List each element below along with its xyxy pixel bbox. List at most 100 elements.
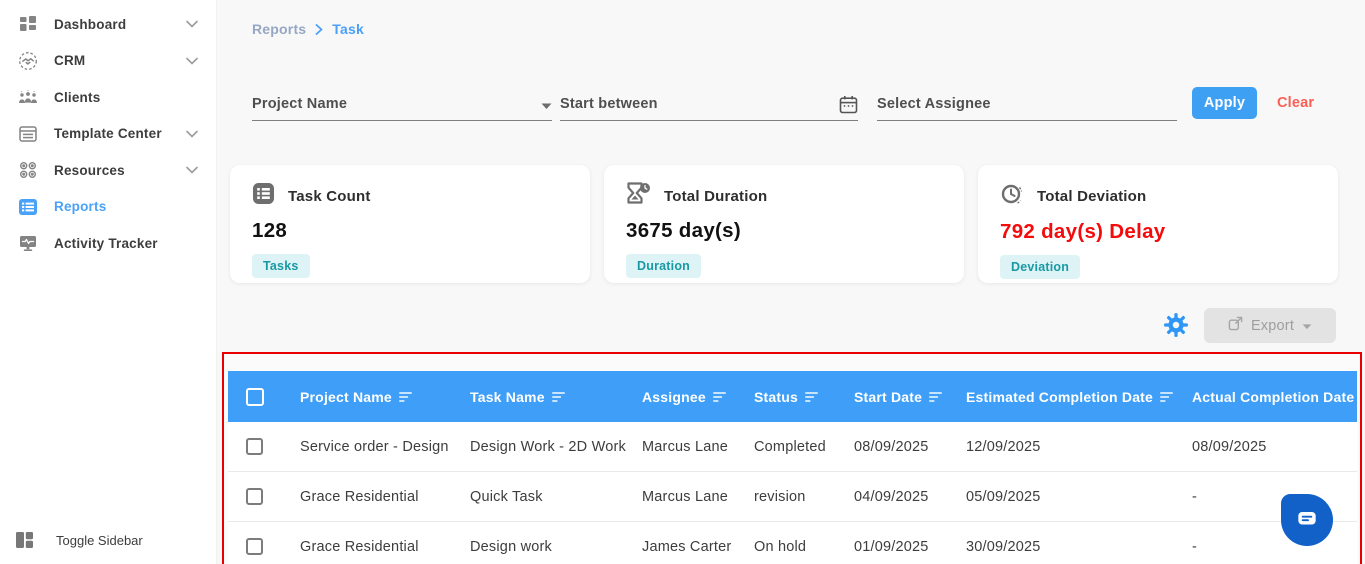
sidebar-item-label: Template Center bbox=[54, 126, 162, 142]
filter-icon[interactable] bbox=[712, 391, 726, 402]
column-header-project-name[interactable]: Project Name bbox=[300, 389, 470, 405]
column-header-task-name[interactable]: Task Name bbox=[470, 389, 642, 405]
select-assignee-placeholder: Select Assignee bbox=[877, 96, 991, 112]
select-assignee-field[interactable]: Select Assignee bbox=[877, 84, 1177, 121]
export-icon bbox=[1228, 316, 1243, 335]
table-header-row: Project Name Task Name Assignee Status S… bbox=[228, 371, 1357, 422]
row-checkbox-cell bbox=[228, 488, 300, 505]
sidebar-item-label: CRM bbox=[54, 53, 86, 69]
task-report-table: Project Name Task Name Assignee Status S… bbox=[228, 371, 1357, 564]
apply-button[interactable]: Apply bbox=[1192, 87, 1257, 119]
filter-icon[interactable] bbox=[1160, 391, 1173, 402]
card-title: Total Deviation bbox=[1037, 188, 1147, 205]
row-checkbox[interactable] bbox=[246, 538, 263, 555]
row-checkbox-cell bbox=[228, 438, 300, 455]
start-between-datepicker[interactable]: Start between bbox=[560, 84, 858, 121]
sidebar-item-template-center[interactable]: Template Center bbox=[0, 116, 216, 153]
cell-start-date: 04/09/2025 bbox=[854, 488, 929, 505]
reports-icon bbox=[16, 196, 40, 218]
column-header-actual-completion-date[interactable]: Actual Completion Date bbox=[1192, 389, 1355, 405]
table-body: Service order - Design Design Work - 2D … bbox=[228, 422, 1357, 564]
breadcrumb-reports-link[interactable]: Reports bbox=[252, 21, 306, 37]
toggle-sidebar-button[interactable]: Toggle Sidebar bbox=[16, 530, 143, 550]
cell-actual-completion-date: - bbox=[1192, 488, 1198, 505]
sidebar-item-resources[interactable]: Resources bbox=[0, 152, 216, 189]
card-title: Task Count bbox=[288, 187, 371, 205]
toggle-sidebar-icon bbox=[16, 530, 40, 550]
duration-hourglass-icon bbox=[626, 182, 651, 210]
cell-project-name: Service order - Design bbox=[300, 438, 449, 455]
sidebar-item-clients[interactable]: Clients bbox=[0, 79, 216, 116]
clients-icon bbox=[16, 86, 40, 108]
row-checkbox[interactable] bbox=[246, 438, 263, 455]
total-deviation-value: 792 day(s) Delay bbox=[1000, 220, 1166, 243]
cell-task-name: Design Work - 2D Work bbox=[470, 438, 626, 455]
cell-project-name: Grace Residential bbox=[300, 488, 419, 505]
task-count-card: Task Count 128 Tasks bbox=[230, 165, 590, 283]
cell-assignee: Marcus Lane bbox=[642, 488, 729, 505]
cell-estimated-completion-date: 05/09/2025 bbox=[966, 488, 1041, 505]
select-all-checkbox[interactable] bbox=[246, 387, 264, 406]
task-count-icon bbox=[252, 182, 275, 210]
column-header-start-date[interactable]: Start Date bbox=[854, 389, 966, 405]
card-header: Total Duration bbox=[626, 182, 942, 210]
cell-actual-completion-date: 08/09/2025 bbox=[1192, 438, 1267, 455]
sidebar-item-label: Dashboard bbox=[54, 16, 127, 32]
cell-assignee: James Carter bbox=[642, 538, 732, 555]
crm-icon bbox=[16, 50, 40, 72]
column-header-estimated-completion-date[interactable]: Estimated Completion Date bbox=[966, 389, 1192, 405]
sidebar-item-label: Resources bbox=[54, 162, 125, 178]
dashboard-icon bbox=[16, 13, 40, 35]
activity-tracker-icon bbox=[16, 232, 40, 254]
table-row[interactable]: Grace Residential Design work James Cart… bbox=[228, 522, 1357, 564]
cell-task-name: Quick Task bbox=[470, 488, 543, 505]
export-caret-icon bbox=[1302, 318, 1312, 334]
sidebar: Dashboard CRM Clients Template Center Re… bbox=[0, 0, 217, 564]
cell-estimated-completion-date: 30/09/2025 bbox=[966, 538, 1041, 555]
row-checkbox[interactable] bbox=[246, 488, 263, 505]
cell-start-date: 08/09/2025 bbox=[854, 438, 929, 455]
cell-start-date: 01/09/2025 bbox=[854, 538, 929, 555]
breadcrumb-task-current[interactable]: Task bbox=[332, 21, 364, 37]
card-title: Total Duration bbox=[664, 187, 768, 205]
filter-icon[interactable] bbox=[551, 391, 565, 402]
chat-bubble-icon bbox=[1294, 505, 1320, 536]
dropdown-caret-icon bbox=[541, 103, 552, 112]
card-header: Task Count bbox=[252, 182, 568, 210]
chevron-down-icon bbox=[186, 20, 198, 28]
column-header-assignee[interactable]: Assignee bbox=[642, 389, 754, 405]
clear-button[interactable]: Clear bbox=[1277, 95, 1314, 111]
resources-icon bbox=[16, 159, 40, 181]
project-name-placeholder: Project Name bbox=[252, 96, 348, 112]
cell-status: revision bbox=[754, 488, 806, 505]
cell-actual-completion-date: - bbox=[1192, 538, 1198, 555]
task-count-value: 128 bbox=[252, 219, 288, 242]
row-checkbox-cell bbox=[228, 538, 300, 555]
table-row[interactable]: Service order - Design Design Work - 2D … bbox=[228, 422, 1357, 472]
filter-icon[interactable] bbox=[398, 391, 412, 402]
cell-project-name: Grace Residential bbox=[300, 538, 419, 555]
settings-gear-icon[interactable] bbox=[1163, 312, 1189, 338]
total-duration-value: 3675 day(s) bbox=[626, 219, 741, 242]
sidebar-item-reports[interactable]: Reports bbox=[0, 189, 216, 226]
chevron-down-icon bbox=[186, 130, 198, 138]
project-name-select[interactable]: Project Name bbox=[252, 84, 552, 121]
cell-status: Completed bbox=[754, 438, 826, 455]
export-button[interactable]: Export bbox=[1204, 308, 1336, 343]
filter-icon[interactable] bbox=[805, 391, 818, 402]
column-header-status[interactable]: Status bbox=[754, 389, 854, 405]
tasks-badge: Tasks bbox=[252, 254, 310, 278]
chat-launcher-button[interactable] bbox=[1281, 494, 1333, 546]
sidebar-item-crm[interactable]: CRM bbox=[0, 43, 216, 80]
calendar-icon[interactable] bbox=[839, 95, 858, 114]
filter-icon[interactable] bbox=[929, 391, 943, 402]
sidebar-item-dashboard[interactable]: Dashboard bbox=[0, 6, 216, 43]
deviation-badge: Deviation bbox=[1000, 255, 1081, 279]
toggle-sidebar-label: Toggle Sidebar bbox=[56, 532, 143, 548]
sidebar-item-label: Activity Tracker bbox=[54, 235, 158, 251]
chevron-down-icon bbox=[186, 166, 198, 174]
total-duration-card: Total Duration 3675 day(s) Duration bbox=[604, 165, 964, 283]
sidebar-item-activity-tracker[interactable]: Activity Tracker bbox=[0, 225, 216, 262]
table-row[interactable]: Grace Residential Quick Task Marcus Lane… bbox=[228, 472, 1357, 522]
chevron-right-icon bbox=[315, 23, 323, 35]
